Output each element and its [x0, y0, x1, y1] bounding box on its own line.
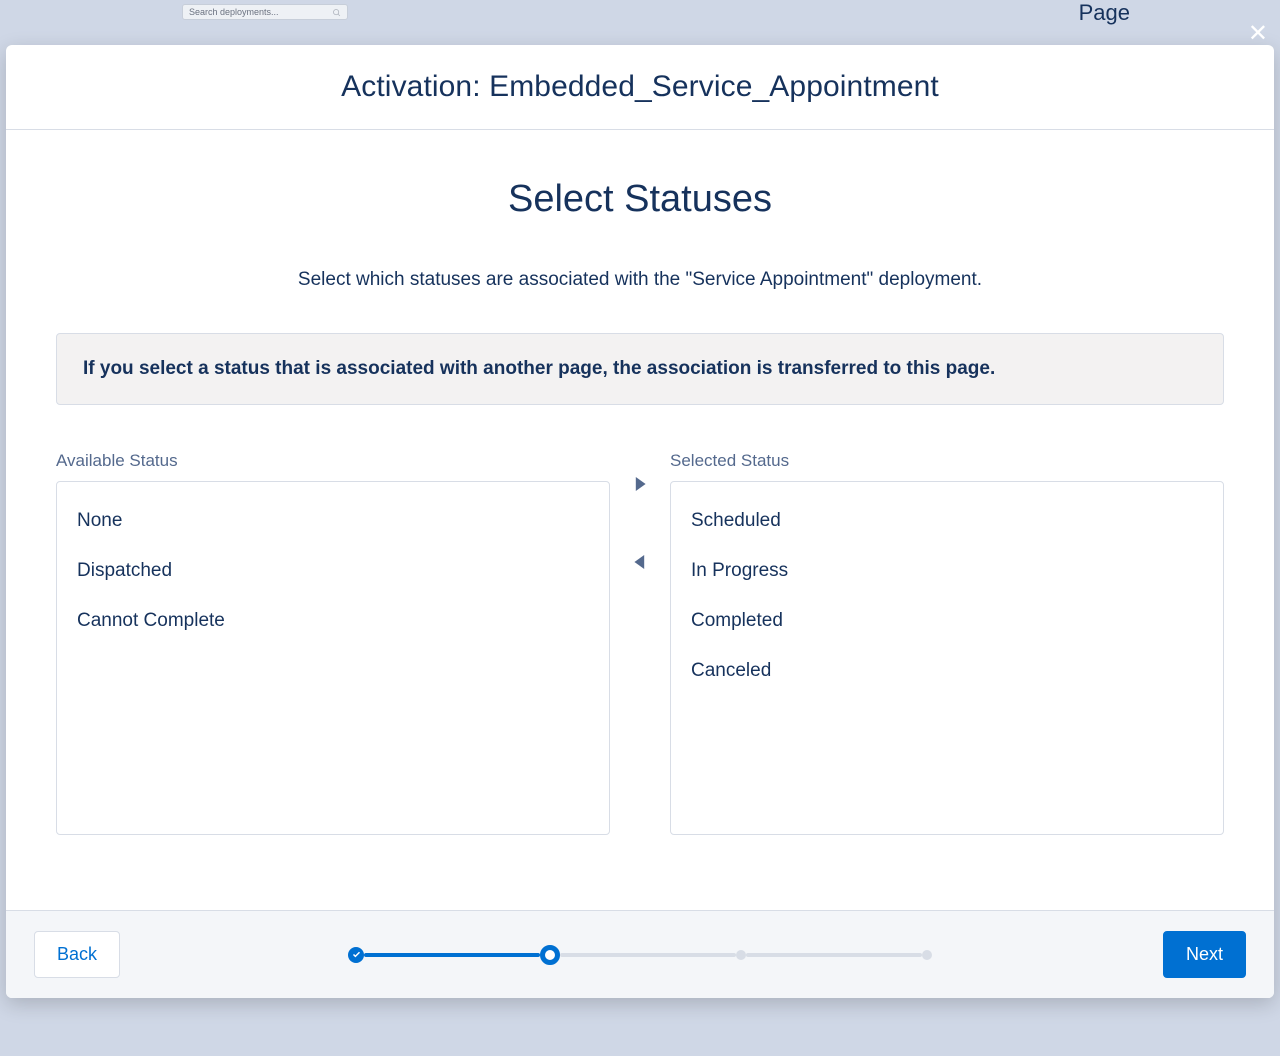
progress-track	[364, 953, 540, 957]
close-icon[interactable]: ✕	[1248, 22, 1268, 46]
move-left-button[interactable]	[627, 549, 653, 575]
progress-track	[746, 953, 922, 957]
progress-step	[540, 945, 560, 965]
progress-step	[348, 947, 364, 963]
modal-header: Activation: Embedded_Service_Appointment	[6, 45, 1274, 130]
info-banner: If you select a status that is associate…	[56, 333, 1224, 405]
available-listbox[interactable]: NoneDispatchedCannot Complete	[56, 481, 610, 835]
selected-label: Selected Status	[670, 451, 1224, 471]
progress-track	[560, 953, 736, 957]
list-item[interactable]: Scheduled	[671, 496, 1223, 546]
chevron-left-icon	[633, 555, 647, 569]
progress-step	[736, 950, 746, 960]
list-item[interactable]: Completed	[671, 596, 1223, 646]
list-item[interactable]: In Progress	[671, 546, 1223, 596]
background-page-label: Page	[1079, 0, 1130, 26]
background-search-placeholder: Search deployments...	[189, 7, 279, 17]
search-icon	[332, 8, 341, 17]
list-item[interactable]: Canceled	[671, 646, 1223, 696]
list-item[interactable]: Cannot Complete	[57, 596, 609, 646]
selected-column: Selected Status ScheduledIn ProgressComp…	[670, 451, 1224, 835]
page-title: Select Statuses	[56, 178, 1224, 221]
page-subtitle: Select which statuses are associated wit…	[56, 269, 1224, 291]
progress-step	[922, 950, 932, 960]
modal-title: Activation: Embedded_Service_Appointment	[341, 70, 939, 104]
list-item[interactable]: Dispatched	[57, 546, 609, 596]
modal-footer: Back Next	[6, 910, 1274, 998]
back-button[interactable]: Back	[34, 931, 120, 978]
transfer-controls	[610, 451, 670, 835]
activation-modal: Activation: Embedded_Service_Appointment…	[6, 45, 1274, 998]
selected-listbox[interactable]: ScheduledIn ProgressCompletedCanceled	[670, 481, 1224, 835]
dual-listbox: Available Status NoneDispatchedCannot Co…	[56, 451, 1224, 835]
chevron-right-icon	[633, 477, 647, 491]
background-search-input: Search deployments...	[182, 4, 348, 20]
modal-body: Select Statuses Select which statuses ar…	[6, 130, 1274, 910]
available-column: Available Status NoneDispatchedCannot Co…	[56, 451, 610, 835]
progress-indicator	[348, 945, 932, 965]
list-item[interactable]: None	[57, 496, 609, 546]
available-label: Available Status	[56, 451, 610, 471]
check-icon	[352, 950, 361, 959]
move-right-button[interactable]	[627, 471, 653, 497]
next-button[interactable]: Next	[1163, 931, 1246, 978]
